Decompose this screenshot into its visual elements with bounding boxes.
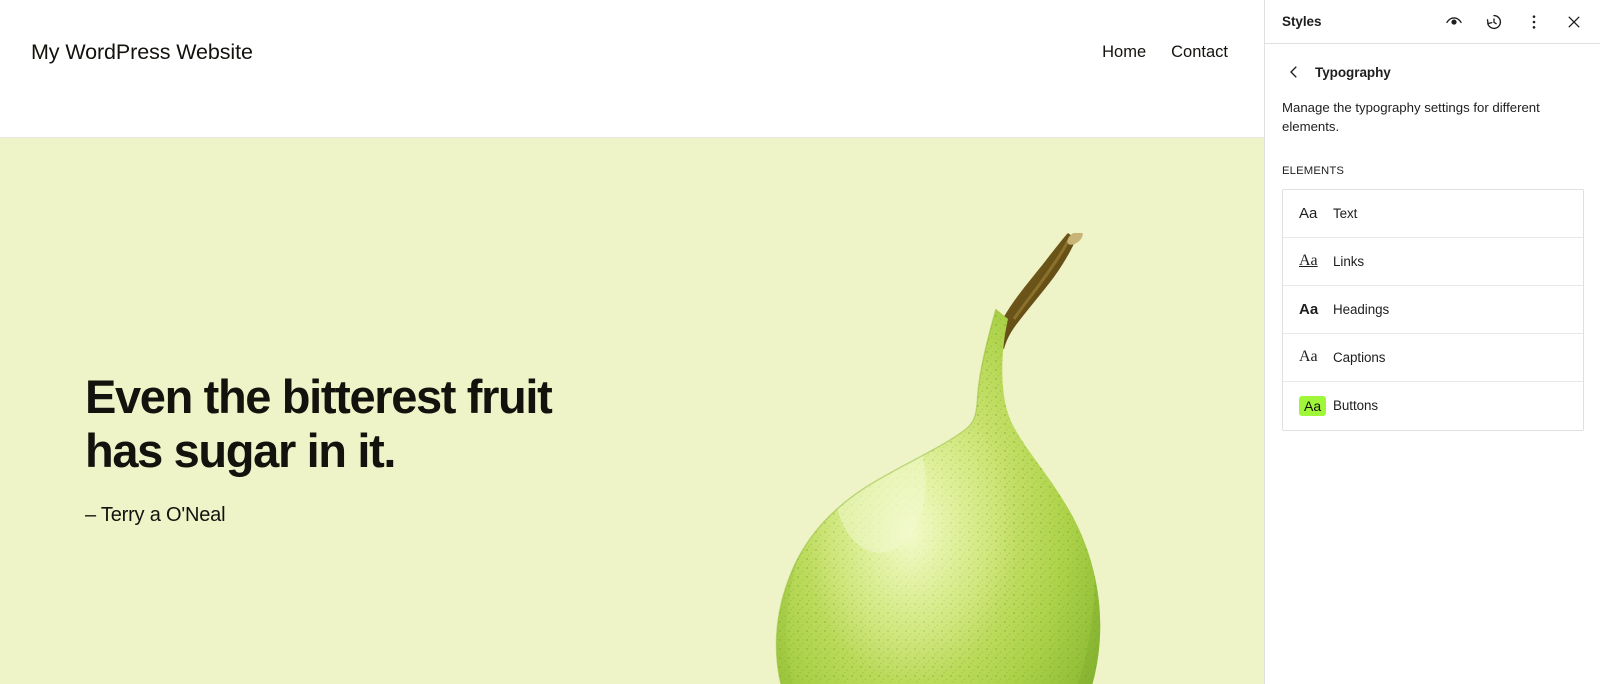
site-preview-canvas[interactable]: My WordPress Website Home Contact Even t… (0, 0, 1264, 684)
element-label: Links (1333, 253, 1365, 269)
back-chevron-icon[interactable] (1282, 60, 1306, 84)
links-preview-icon: Aa (1299, 252, 1318, 270)
site-title[interactable]: My WordPress Website (31, 40, 253, 66)
hero-text-block: Even the bitterest fruit has sugar in it… (85, 370, 555, 527)
elements-list: Aa Text Aa Links Aa Headings Aa Captions… (1282, 188, 1584, 431)
pear-illustration[interactable] (760, 233, 1120, 684)
element-row-headings[interactable]: Aa Headings (1283, 285, 1583, 334)
styles-panel-title: Styles (1282, 14, 1322, 29)
site-header: My WordPress Website Home Contact (0, 0, 1264, 138)
styles-header-actions (1438, 6, 1590, 38)
styles-sidebar-header: Styles (1265, 0, 1600, 44)
buttons-preview-wrap: Aa (1299, 395, 1329, 416)
panel-description: Manage the typography settings for diffe… (1282, 100, 1540, 135)
element-row-buttons[interactable]: Aa Buttons (1283, 381, 1583, 430)
element-label: Headings (1333, 301, 1390, 317)
nav-link-home[interactable]: Home (1102, 43, 1146, 62)
buttons-preview-icon: Aa (1299, 395, 1327, 416)
more-menu-icon[interactable] (1518, 6, 1550, 38)
captions-preview-icon: Aa (1299, 348, 1318, 366)
text-preview-icon: Aa (1299, 204, 1318, 222)
element-label: Captions (1333, 349, 1386, 365)
element-row-text[interactable]: Aa Text (1283, 189, 1583, 238)
hero-quote[interactable]: Even the bitterest fruit has sugar in it… (85, 370, 555, 477)
close-icon[interactable] (1558, 6, 1590, 38)
site-navigation: Home Contact (1102, 40, 1228, 62)
nav-link-contact[interactable]: Contact (1171, 43, 1228, 62)
elements-section-label: ELEMENTS (1282, 164, 1345, 177)
element-row-captions[interactable]: Aa Captions (1283, 333, 1583, 382)
hero-attribution[interactable]: – Terry a O'Neal (85, 504, 555, 527)
styles-sidebar: Styles Typography Manage the typography … (1264, 0, 1600, 684)
style-book-icon[interactable] (1438, 6, 1470, 38)
element-label: Buttons (1333, 398, 1379, 414)
headings-preview-icon: Aa (1299, 300, 1319, 318)
element-row-links[interactable]: Aa Links (1283, 237, 1583, 286)
hero-section[interactable]: Even the bitterest fruit has sugar in it… (0, 138, 1264, 684)
typography-panel-title: Typography (1315, 64, 1391, 80)
panel-navigation: Typography (1265, 44, 1600, 84)
element-label: Text (1333, 205, 1358, 221)
revisions-icon[interactable] (1478, 6, 1510, 38)
site-editor: My WordPress Website Home Contact Even t… (0, 0, 1600, 684)
